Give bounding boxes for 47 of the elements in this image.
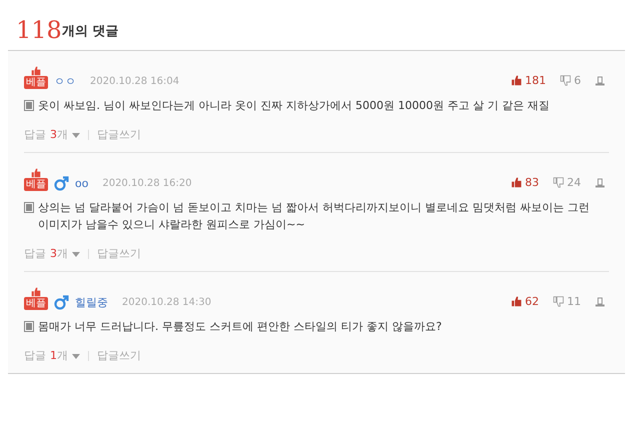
document-icon: [24, 321, 34, 332]
dislike-button[interactable]: 24: [553, 174, 581, 191]
reply-count-toggle[interactable]: 1개: [50, 349, 80, 363]
thumbs-down-icon: [560, 75, 571, 86]
report-icon: [595, 296, 605, 307]
caret-icon: [72, 252, 80, 256]
comment-date: 2020.10.28 14:30: [122, 296, 212, 310]
write-reply-link[interactable]: 답글쓰기: [97, 247, 141, 261]
author-name[interactable]: 힐릴중: [75, 296, 108, 310]
thumbs-up-icon: [31, 168, 41, 178]
comment-heading: 개의 댓글: [62, 22, 118, 40]
comment-date: 2020.10.28 16:04: [90, 75, 180, 89]
report-button[interactable]: [595, 296, 605, 307]
comment-date: 2020.10.28 16:20: [102, 177, 192, 191]
comment-text: 상의는 넘 달라붙어 가슴이 넘 돋보이고 치마는 넘 짧아서 허벅다리까지보이니 별로네요 밈댓처럼 싸보이는 그런 이미지가 남을수 있으니 샤랄라한 원피스로 가심이~~: [38, 200, 590, 233]
report-icon: [595, 76, 605, 86]
thumbs-up-icon: [511, 177, 522, 188]
dislike-button[interactable]: 11: [553, 294, 581, 310]
reply-count-toggle[interactable]: 3개: [50, 247, 80, 261]
thumbs-up-icon: [511, 296, 522, 308]
comment-text: 옷이 싸보임. 님이 싸보인다는게 아니라 옷이 진짜 지하상가에서 5000원 10000원 주고 살 기 같은 재질: [38, 98, 550, 114]
reply-label: 답글: [24, 349, 46, 363]
write-reply-link[interactable]: 답글쓰기: [97, 349, 141, 363]
thumbs-down-icon: [553, 177, 564, 188]
document-icon: [24, 202, 34, 213]
like-button[interactable]: 83: [511, 174, 539, 191]
caret-icon: [72, 132, 80, 138]
author-name[interactable]: oo: [75, 177, 88, 191]
thumbs-down-icon: [553, 296, 564, 308]
reply-label: 답글: [24, 247, 46, 261]
thumbs-up-icon: [31, 66, 41, 76]
thumbs-up-icon: [31, 287, 41, 297]
like-button[interactable]: 181: [511, 72, 546, 89]
report-button[interactable]: [595, 178, 605, 188]
dislike-button[interactable]: 6: [560, 72, 581, 89]
comment-count: 118: [16, 16, 62, 44]
report-icon: [595, 178, 605, 188]
author-name[interactable]: ㅇㅇ: [54, 75, 76, 89]
thumbs-up-icon: [511, 75, 522, 86]
like-button[interactable]: 62: [511, 294, 539, 310]
comment-text: 몸매가 너무 드러납니다. 무릎정도 스커트에 편안한 스타일의 티가 좋지 않을까요?: [38, 319, 442, 335]
report-button[interactable]: [595, 76, 605, 86]
reply-count-toggle[interactable]: 3개: [50, 128, 80, 142]
reply-label: 답글: [24, 128, 46, 142]
caret-icon: [72, 354, 80, 358]
write-reply-link[interactable]: 답글쓰기: [97, 128, 141, 142]
document-icon: [24, 100, 34, 111]
